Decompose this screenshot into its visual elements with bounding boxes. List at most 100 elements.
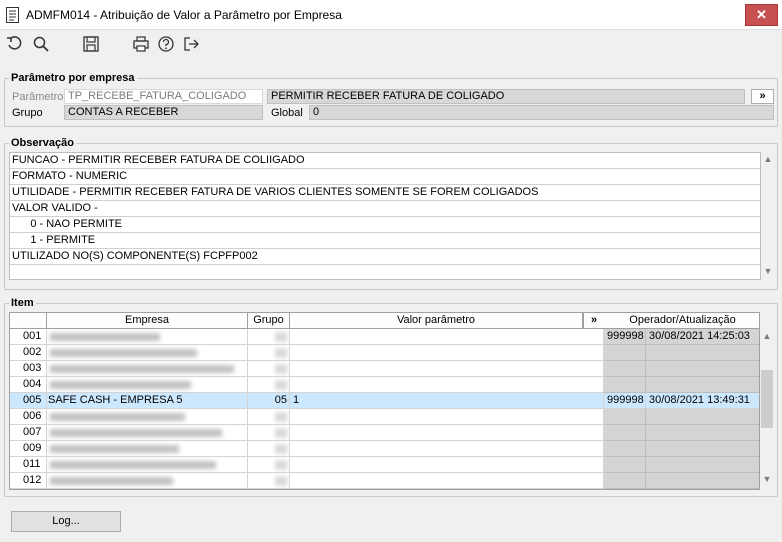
observacao-line: UTILIZADO NO(S) COMPONENTE(S) FCPFP002 — [10, 249, 760, 265]
redacted-empresa-name — [50, 365, 234, 373]
observacao-text[interactable]: FUNCAO - PERMITIR RECEBER FATURA DE COLI… — [9, 152, 761, 280]
row-operador-cell — [604, 361, 646, 377]
row-valor-cell[interactable] — [290, 361, 604, 377]
row-code-cell: 002 — [10, 345, 47, 361]
param-section-legend: Parâmetro por empresa — [11, 72, 135, 84]
table-row[interactable]: 004 — [10, 377, 759, 393]
row-operador-cell — [604, 409, 646, 425]
table-row[interactable]: 009 — [10, 441, 759, 457]
redacted-empresa-name — [50, 429, 222, 437]
observacao-section-legend: Observação — [11, 137, 74, 149]
column-header-valor[interactable]: Valor parâmetro — [290, 313, 583, 329]
global-field: 0 — [309, 105, 774, 120]
redacted-empresa-name — [50, 445, 179, 453]
parametro-expand-button[interactable]: » — [751, 89, 774, 104]
row-data-cell: 30/08/2021 14:25:03 — [646, 329, 759, 345]
global-label: Global — [271, 107, 303, 119]
row-valor-cell[interactable] — [290, 345, 604, 361]
item-scrollbar[interactable]: ▲ ▼ — [760, 328, 774, 490]
exit-icon[interactable] — [182, 35, 200, 53]
item-grid: Empresa Grupo Valor parâmetro » Operador… — [9, 312, 760, 490]
redacted-empresa-name — [50, 477, 173, 485]
row-code-cell: 009 — [10, 441, 47, 457]
scroll-down-icon[interactable]: ▼ — [762, 266, 774, 276]
scroll-thumb[interactable] — [761, 370, 773, 428]
column-header-grupo[interactable]: Grupo — [248, 313, 290, 329]
row-data-cell — [646, 345, 759, 361]
table-row[interactable]: 006 — [10, 409, 759, 425]
scroll-up-icon[interactable]: ▲ — [761, 331, 773, 341]
row-empresa-cell: SAFE CASH - EMPRESA 5 — [47, 393, 248, 409]
row-data-cell: 30/08/2021 13:49:31 — [646, 393, 759, 409]
table-row[interactable]: 011 — [10, 457, 759, 473]
row-code-cell: 001 — [10, 329, 47, 345]
table-row[interactable]: 001 999998 30/08/2021 14:25:03 — [10, 329, 759, 345]
observacao-line: VALOR VALIDO - — [10, 201, 760, 217]
grupo-label: Grupo — [12, 107, 43, 119]
row-data-cell — [646, 473, 759, 489]
close-icon: ✕ — [756, 7, 767, 22]
row-valor-cell[interactable] — [290, 329, 604, 345]
column-header-code — [10, 313, 47, 329]
redacted-grupo — [275, 380, 287, 390]
row-code-cell: 005 — [10, 393, 47, 409]
redacted-grupo — [275, 428, 287, 438]
observacao-line: FORMATO - NUMERIC — [10, 169, 760, 185]
row-data-cell — [646, 425, 759, 441]
column-header-operador[interactable]: Operador/Atualização — [604, 313, 759, 329]
observacao-line: UTILIDADE - PERMITIR RECEBER FATURA DE V… — [10, 185, 760, 201]
row-valor-cell[interactable] — [290, 441, 604, 457]
search-icon[interactable] — [32, 35, 50, 53]
log-button[interactable]: Log... — [11, 511, 121, 532]
row-valor-cell[interactable] — [290, 409, 604, 425]
close-button[interactable]: ✕ — [745, 4, 778, 26]
redacted-empresa-name — [50, 381, 191, 389]
row-valor-cell[interactable] — [290, 457, 604, 473]
row-valor-cell[interactable] — [290, 425, 604, 441]
parametro-code-field[interactable]: TP_RECEBE_FATURA_COLIGADO — [64, 89, 263, 104]
row-grupo-cell: 05 — [248, 393, 290, 409]
redacted-empresa-name — [50, 333, 160, 341]
item-section-legend: Item — [11, 297, 34, 309]
scroll-up-icon[interactable]: ▲ — [762, 154, 774, 164]
column-header-empresa[interactable]: Empresa — [47, 313, 248, 329]
toolbar — [0, 30, 782, 58]
window-title: ADMFM014 - Atribuição de Valor a Parâmet… — [26, 8, 342, 22]
parametro-label: Parâmetro — [12, 91, 64, 103]
row-valor-cell[interactable] — [290, 377, 604, 393]
observacao-line: FUNCAO - PERMITIR RECEBER FATURA DE COLI… — [10, 153, 760, 169]
help-icon[interactable] — [157, 35, 175, 53]
table-row[interactable]: 003 — [10, 361, 759, 377]
row-operador-cell: 999998 — [604, 393, 646, 409]
row-data-cell — [646, 441, 759, 457]
row-code-cell: 011 — [10, 457, 47, 473]
row-operador-cell — [604, 345, 646, 361]
table-row[interactable]: 005 SAFE CASH - EMPRESA 5 05 1 999998 30/08/2… — [10, 393, 759, 409]
row-valor-cell[interactable]: 1 — [290, 393, 604, 409]
row-data-cell — [646, 457, 759, 473]
observacao-scrollbar[interactable]: ▲ ▼ — [762, 152, 774, 280]
valor-expand-button[interactable]: » — [583, 313, 604, 329]
row-data-cell — [646, 377, 759, 393]
redacted-grupo — [275, 364, 287, 374]
observacao-line: 0 - NAO PERMITE — [10, 217, 760, 233]
undo-icon[interactable] — [6, 35, 24, 53]
scroll-down-icon[interactable]: ▼ — [761, 474, 773, 484]
redacted-grupo — [275, 476, 287, 486]
parametro-description-field: PERMITIR RECEBER FATURA DE COLIGADO — [267, 89, 745, 104]
save-icon[interactable] — [82, 35, 100, 53]
row-valor-cell[interactable] — [290, 473, 604, 489]
row-operador-cell — [604, 473, 646, 489]
redacted-grupo — [275, 412, 287, 422]
row-code-cell: 003 — [10, 361, 47, 377]
redacted-grupo — [275, 444, 287, 454]
title-bar: ADMFM014 - Atribuição de Valor a Parâmet… — [0, 0, 782, 30]
row-operador-cell — [604, 441, 646, 457]
table-row[interactable]: 002 — [10, 345, 759, 361]
row-operador-cell — [604, 457, 646, 473]
table-row[interactable]: 012 — [10, 473, 759, 489]
table-row[interactable]: 007 — [10, 425, 759, 441]
row-operador-cell — [604, 425, 646, 441]
row-code-cell: 004 — [10, 377, 47, 393]
print-icon[interactable] — [132, 35, 150, 53]
